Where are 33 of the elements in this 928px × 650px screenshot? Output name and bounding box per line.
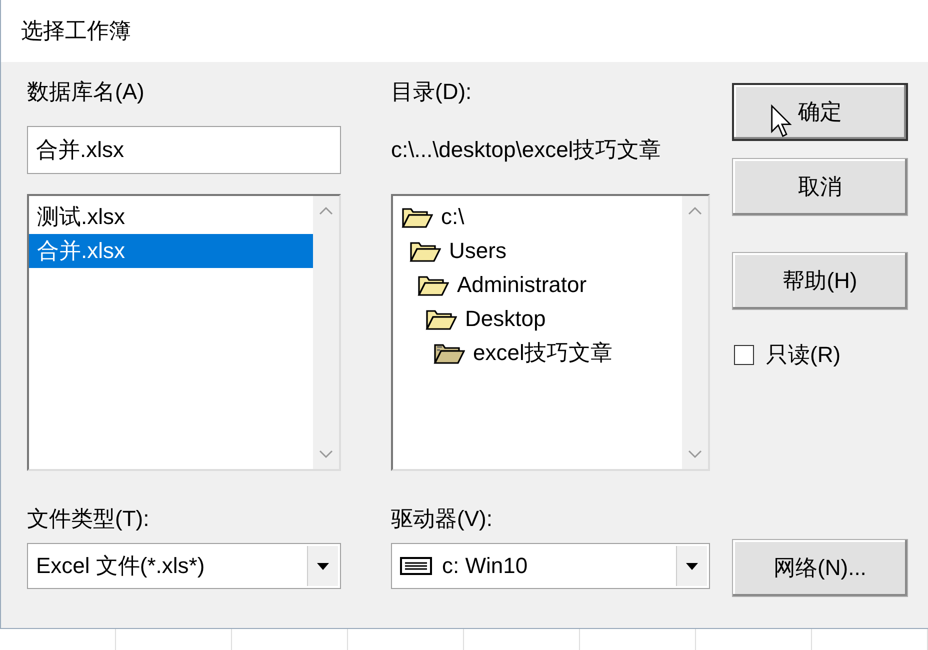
directory-path: c:\...\desktop\excel技巧文章 (391, 136, 662, 164)
field-label: 文件类型(T): (27, 507, 150, 531)
file-type-dropdown[interactable]: Excel 文件(*.xls*) (27, 543, 341, 589)
tree-item[interactable]: c:\ (401, 200, 682, 234)
tree-item[interactable]: excel技巧文章 (433, 336, 682, 370)
drive-dropdown[interactable]: c: Win10 (391, 543, 710, 589)
scroll-up-icon (319, 206, 333, 215)
drive-name: c: Win10 (442, 553, 528, 579)
checkbox[interactable] (734, 345, 754, 365)
tree-item[interactable]: Administrator (417, 268, 682, 302)
scroll-down-icon (688, 450, 702, 459)
filename-field[interactable]: 合并.xlsx (27, 126, 341, 174)
field-label: 目录(D): (391, 80, 473, 104)
network-button[interactable]: 网络(N)... (732, 539, 908, 597)
scrollbar[interactable] (682, 196, 708, 469)
drive-icon (400, 557, 432, 575)
dialog-button[interactable]: 确定 (732, 83, 908, 141)
checkbox-label: 只读(R) (766, 341, 841, 369)
scrollbar[interactable] (313, 196, 339, 469)
file-list-item[interactable]: 合并.xlsx (29, 234, 313, 268)
dropdown-arrow-icon (316, 562, 330, 570)
tree-item[interactable]: Desktop (425, 302, 682, 336)
file-list-item[interactable]: 测试.xlsx (29, 200, 313, 234)
mouse-cursor-icon (770, 104, 792, 139)
field-label: 驱动器(V): (391, 507, 494, 531)
scroll-up-icon (688, 206, 702, 215)
window-title: 选择工作簿 (21, 17, 131, 45)
dropdown-arrow-icon (685, 562, 699, 570)
tree-item[interactable]: Users (409, 234, 682, 268)
field-label: 数据库名(A) (27, 80, 146, 104)
dialog-button[interactable]: 帮助(H) (732, 252, 908, 310)
scroll-down-icon (319, 450, 333, 459)
dialog-button[interactable]: 取消 (732, 158, 908, 216)
